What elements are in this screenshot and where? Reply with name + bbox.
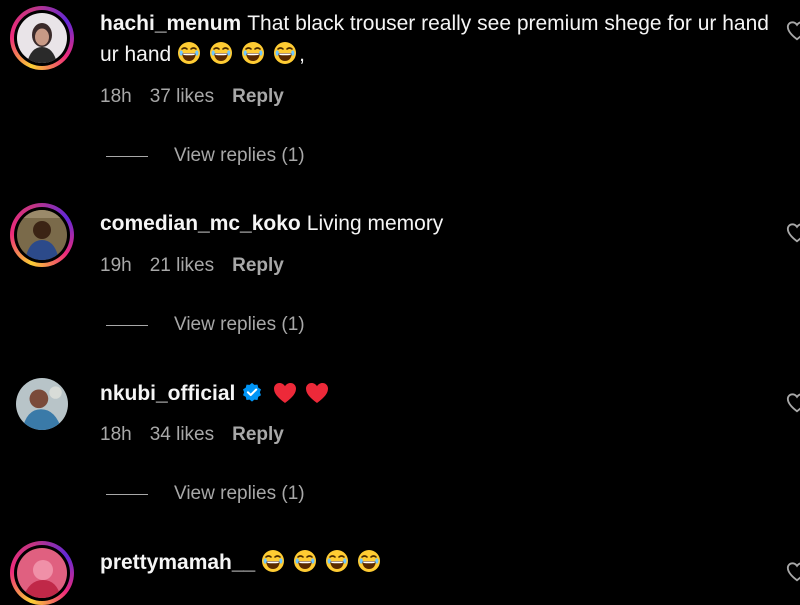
view-replies-label: View replies (1)	[174, 314, 305, 335]
laughing-emoji-icon	[293, 549, 317, 573]
laughing-emoji-icon	[273, 41, 297, 65]
laughing-emoji-icon	[209, 41, 233, 65]
like-count[interactable]: 37 likes	[150, 86, 214, 107]
view-replies-label: View replies (1)	[174, 483, 305, 504]
view-replies-button[interactable]: View replies (1)	[106, 145, 305, 167]
laughing-emoji-icon	[241, 41, 265, 65]
comment-text: hachi_menum That black trouser really see…	[100, 8, 780, 70]
avatar-photo	[17, 548, 67, 598]
like-count[interactable]: 34 likes	[150, 424, 214, 445]
like-count[interactable]: 21 likes	[150, 255, 214, 276]
laughing-emoji-icon	[261, 549, 285, 573]
avatar[interactable]	[10, 203, 74, 267]
view-replies-button[interactable]: View replies (1)	[106, 314, 305, 336]
reply-button[interactable]: Reply	[232, 424, 284, 445]
comment-text: prettymamah__	[100, 547, 780, 578]
reply-button[interactable]: Reply	[232, 86, 284, 107]
avatar-photo	[16, 378, 68, 430]
heart-outline-icon[interactable]	[786, 20, 800, 42]
comment-meta: 19h 21 likes Reply	[100, 255, 302, 277]
comment-body: Living memory	[306, 212, 444, 235]
replies-divider	[106, 493, 148, 495]
timestamp: 18h	[100, 86, 132, 107]
comment-text: nkubi_official	[100, 378, 780, 409]
replies-divider	[106, 155, 148, 157]
reply-button[interactable]: Reply	[232, 255, 284, 276]
avatar[interactable]	[10, 6, 74, 70]
username[interactable]: hachi_menum	[100, 12, 241, 35]
timestamp: 18h	[100, 424, 132, 445]
avatar-photo	[17, 210, 67, 260]
username[interactable]: prettymamah__	[100, 551, 255, 574]
heart-outline-icon[interactable]	[786, 222, 800, 244]
verified-badge-icon	[243, 382, 262, 402]
comment-body: That black trouser really see premium sh…	[247, 12, 769, 35]
replies-divider	[106, 324, 148, 326]
red-heart-emoji	[305, 382, 329, 404]
comment-meta: 18h 37 likes Reply	[100, 86, 302, 108]
comment-suffix: ,	[299, 43, 305, 66]
avatar[interactable]	[10, 372, 74, 436]
laughing-emoji-icon	[325, 549, 349, 573]
laughing-emoji-icon	[357, 549, 381, 573]
username[interactable]: nkubi_official	[100, 382, 235, 405]
username[interactable]: comedian_mc_koko	[100, 212, 301, 235]
red-heart-emoji	[273, 382, 297, 404]
avatar-photo	[17, 13, 67, 63]
comment-text: comedian_mc_koko Living memory	[100, 208, 780, 239]
comment-meta: 18h 34 likes Reply	[100, 424, 302, 446]
avatar[interactable]	[10, 541, 74, 605]
view-replies-button[interactable]: View replies (1)	[106, 483, 305, 505]
view-replies-label: View replies (1)	[174, 145, 305, 166]
laughing-emoji-icon	[177, 41, 201, 65]
timestamp: 19h	[100, 255, 132, 276]
heart-outline-icon[interactable]	[786, 561, 800, 583]
heart-outline-icon[interactable]	[786, 392, 800, 414]
comment-body-cont: ur hand	[100, 43, 172, 66]
